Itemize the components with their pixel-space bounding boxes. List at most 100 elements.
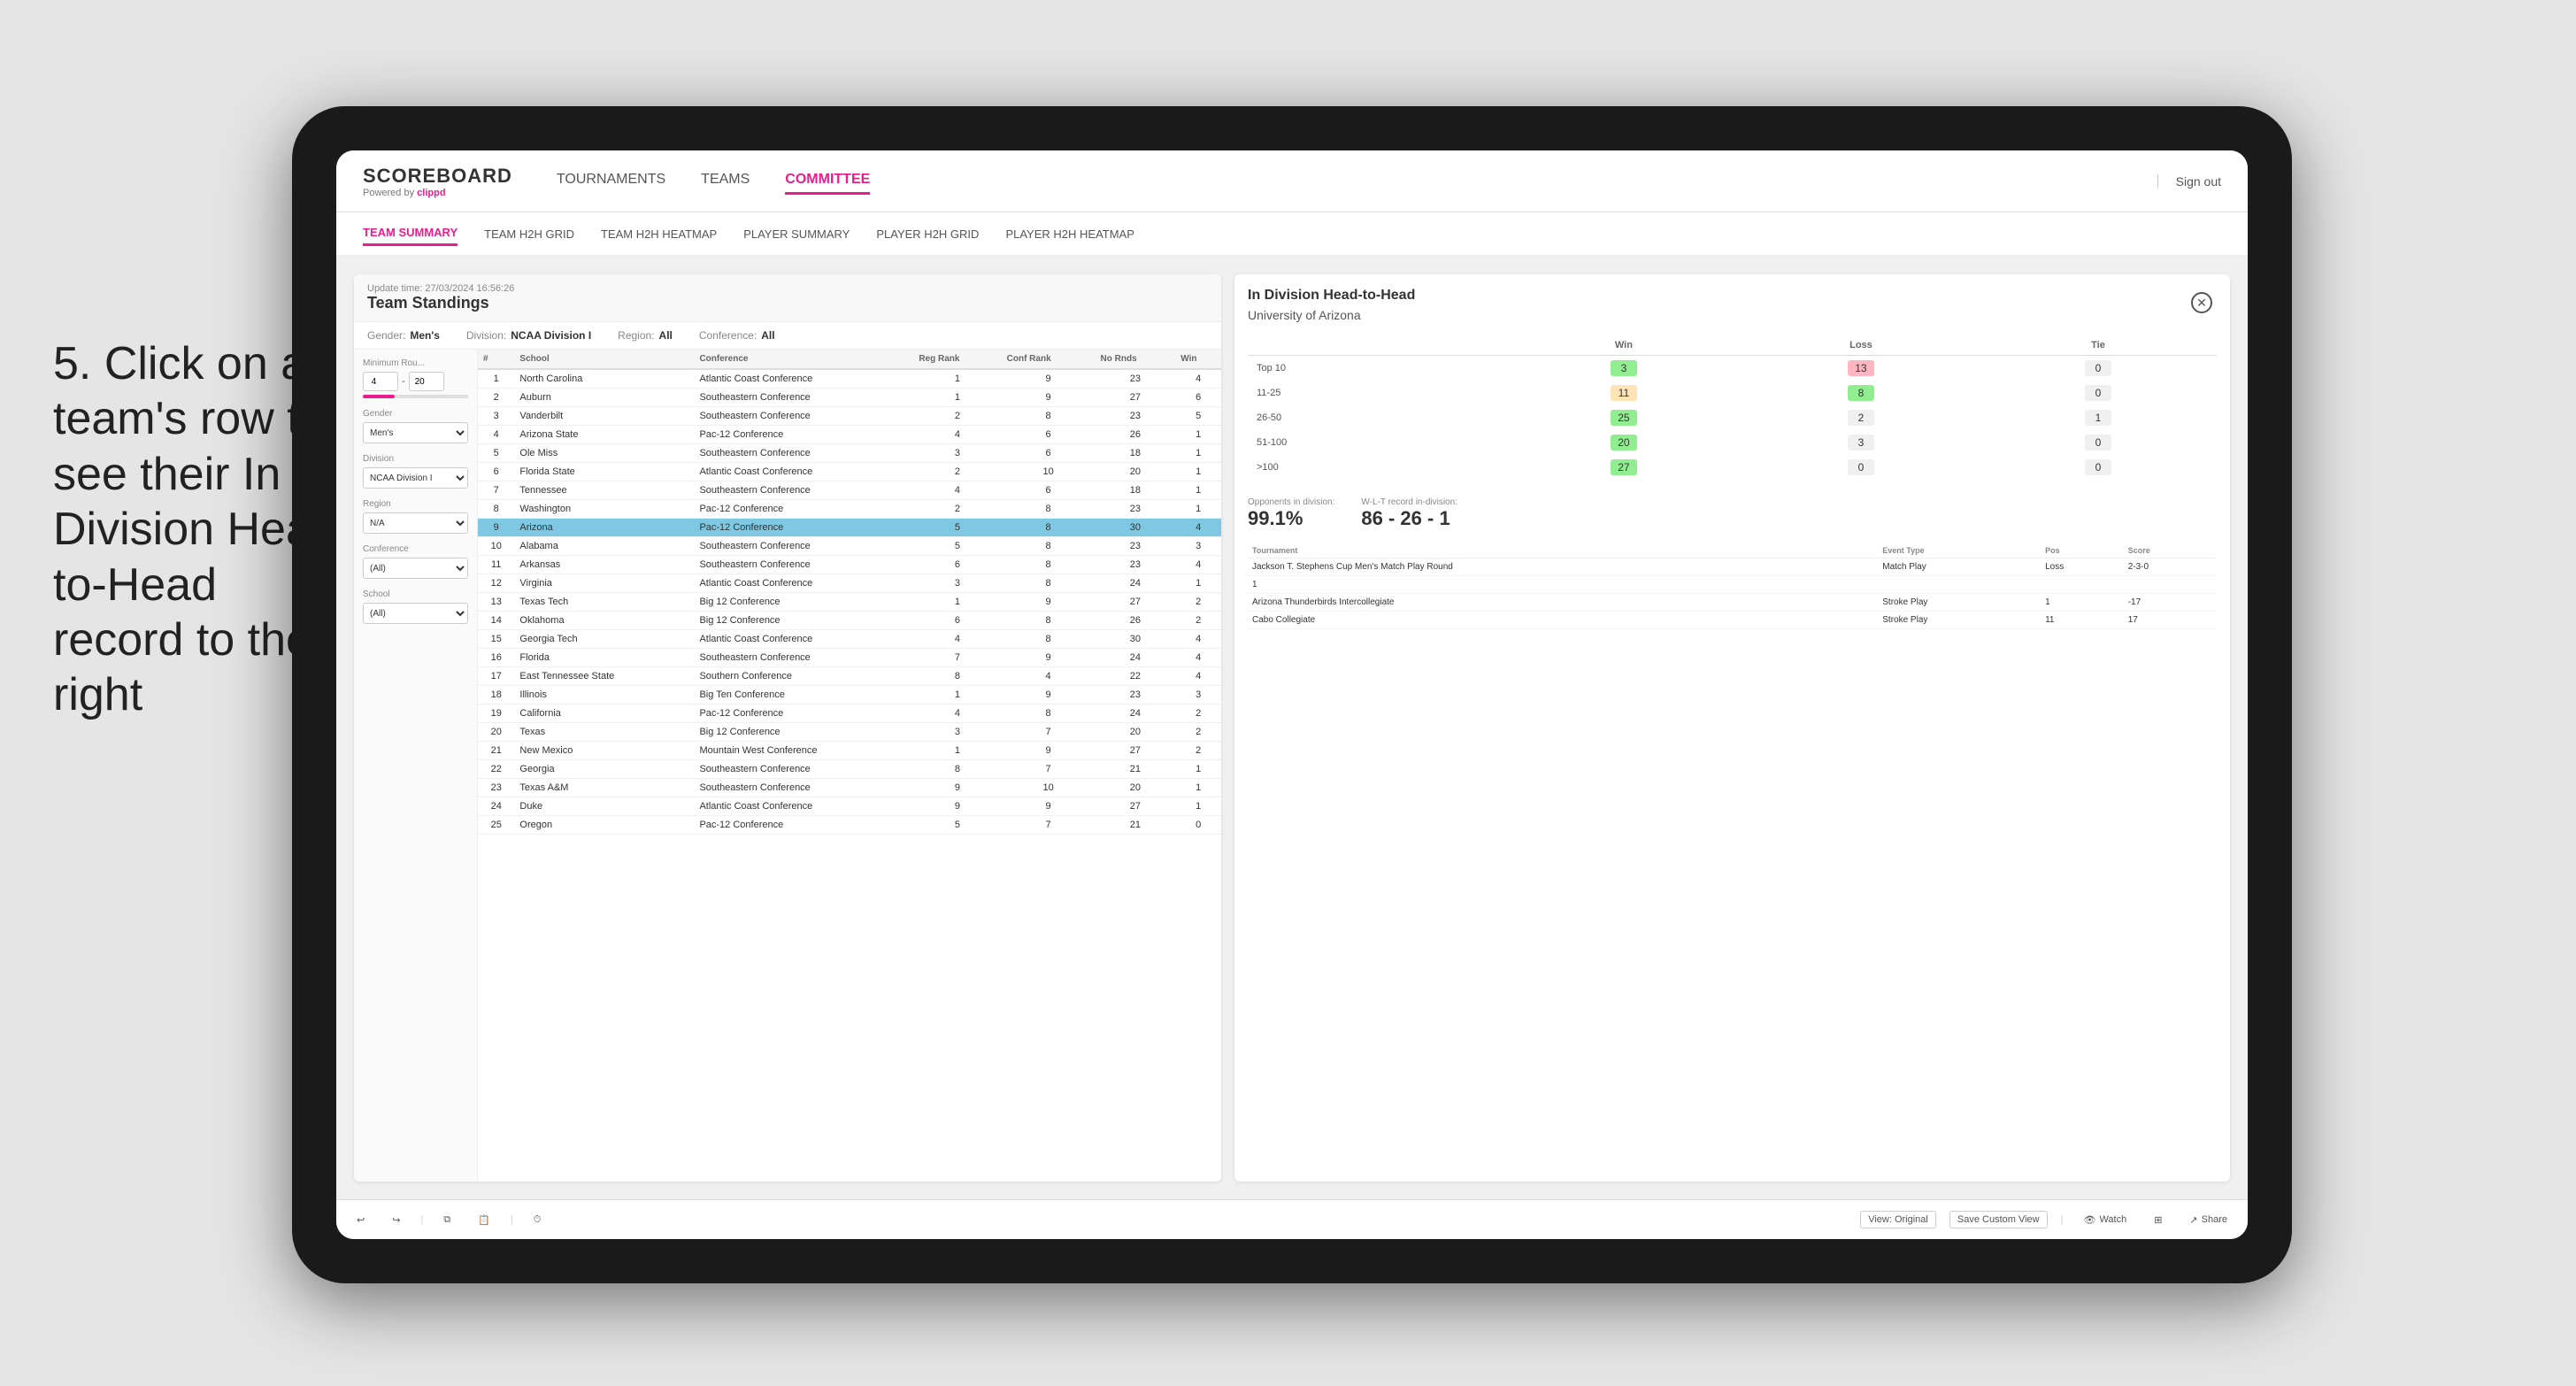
division-select[interactable]: NCAA Division I <box>363 467 468 489</box>
rounds-slider[interactable] <box>363 395 468 398</box>
table-row[interactable]: 14 Oklahoma Big 12 Conference 6 8 26 2 <box>478 612 1221 630</box>
cell-conf-rank: 8 <box>1002 500 1096 519</box>
cell-conf-rank: 8 <box>1002 612 1096 630</box>
watch-button[interactable]: 👁 Watch <box>2076 1211 2134 1229</box>
min-rounds-label: Minimum Rou... <box>363 358 468 368</box>
region-select[interactable]: N/A <box>363 512 468 534</box>
h2h-close-button[interactable]: ✕ <box>2191 292 2212 313</box>
nav-tournaments[interactable]: TOURNAMENTS <box>557 167 665 195</box>
cell-rank: 22 <box>478 760 514 779</box>
h2h-title: In Division Head-to-Head <box>1248 288 1415 304</box>
table-row[interactable]: 4 Arizona State Pac-12 Conference 4 6 26… <box>478 426 1221 444</box>
cell-win: 5 <box>1175 407 1221 426</box>
cell-rank: 25 <box>478 816 514 835</box>
cell-conf-rank: 8 <box>1002 705 1096 723</box>
table-row[interactable]: 10 Alabama Southeastern Conference 5 8 2… <box>478 537 1221 556</box>
standings-title: Update time: 27/03/2024 16:56:26 Team St… <box>367 283 514 312</box>
cell-no-rnds: 23 <box>1096 500 1176 519</box>
h2h-content: In Division Head-to-Head University of A… <box>1234 274 2230 1182</box>
table-row[interactable]: 18 Illinois Big Ten Conference 1 9 23 3 <box>478 686 1221 705</box>
sub-nav-team-h2h-grid[interactable]: TEAM H2H GRID <box>484 223 574 245</box>
sub-nav-team-h2h-heatmap[interactable]: TEAM H2H HEATMAP <box>601 223 717 245</box>
cell-conference: Big Ten Conference <box>694 686 913 705</box>
copy-button[interactable]: ⧉ <box>436 1211 458 1229</box>
undo-button[interactable]: ↩ <box>350 1211 372 1229</box>
cell-reg-rank: 3 <box>913 723 1001 742</box>
cell-conf-rank: 9 <box>1002 389 1096 407</box>
cell-school: Texas <box>514 723 694 742</box>
sidebar-conference-section: Conference (All) <box>363 544 468 579</box>
h2h-loss-cell: 0 <box>1742 455 1980 480</box>
min-rounds-input[interactable] <box>363 372 398 391</box>
table-row[interactable]: 1 North Carolina Atlantic Coast Conferen… <box>478 369 1221 389</box>
table-row[interactable]: 17 East Tennessee State Southern Confere… <box>478 667 1221 686</box>
table-row[interactable]: 19 California Pac-12 Conference 4 8 24 2 <box>478 705 1221 723</box>
cell-conf-rank: 8 <box>1002 519 1096 537</box>
sub-nav-team-summary[interactable]: TEAM SUMMARY <box>363 221 458 246</box>
cell-rank: 5 <box>478 444 514 463</box>
sub-nav-player-summary[interactable]: PLAYER SUMMARY <box>743 223 850 245</box>
clock-button[interactable]: ⏱ <box>527 1211 549 1229</box>
cell-win: 4 <box>1175 630 1221 649</box>
table-row[interactable]: 2 Auburn Southeastern Conference 1 9 27 … <box>478 389 1221 407</box>
table-row[interactable]: 5 Ole Miss Southeastern Conference 3 6 1… <box>478 444 1221 463</box>
table-row[interactable]: 15 Georgia Tech Atlantic Coast Conferenc… <box>478 630 1221 649</box>
save-custom-button[interactable]: Save Custom View <box>1949 1211 2048 1228</box>
table-row[interactable]: 16 Florida Southeastern Conference 7 9 2… <box>478 649 1221 667</box>
h2h-row: 26-50 25 2 1 <box>1248 405 2217 430</box>
cell-rank: 13 <box>478 593 514 612</box>
cell-rank: 6 <box>478 463 514 481</box>
sign-out-button[interactable]: Sign out <box>2157 174 2221 189</box>
cell-school: Georgia Tech <box>514 630 694 649</box>
cell-conf-rank: 8 <box>1002 630 1096 649</box>
tourn-pos: Loss <box>2041 558 2124 576</box>
tourn-type: Match Play <box>1878 558 2041 576</box>
redo-button[interactable]: ↪ <box>385 1211 407 1229</box>
gender-select[interactable]: Men's <box>363 422 468 443</box>
cell-conf-rank: 7 <box>1002 760 1096 779</box>
opponents-section: Opponents in division: 99.1% W-L-T recor… <box>1248 493 2217 530</box>
table-row[interactable]: 24 Duke Atlantic Coast Conference 9 9 27… <box>478 797 1221 816</box>
sub-nav-player-h2h-grid[interactable]: PLAYER H2H GRID <box>876 223 979 245</box>
nav-teams[interactable]: TEAMS <box>701 167 750 195</box>
table-row[interactable]: 11 Arkansas Southeastern Conference 6 8 … <box>478 556 1221 574</box>
h2h-loss-cell: 8 <box>1742 381 1980 405</box>
school-select[interactable]: (All) <box>363 603 468 624</box>
table-row[interactable]: 20 Texas Big 12 Conference 3 7 20 2 <box>478 723 1221 742</box>
cell-rank: 20 <box>478 723 514 742</box>
sub-nav-player-h2h-heatmap[interactable]: PLAYER H2H HEATMAP <box>1005 223 1134 245</box>
share-button[interactable]: ↗ Share <box>2182 1211 2234 1229</box>
cell-conference: Southeastern Conference <box>694 779 913 797</box>
grid-button[interactable]: ⊞ <box>2147 1211 2169 1229</box>
cell-no-rnds: 30 <box>1096 630 1176 649</box>
cell-no-rnds: 23 <box>1096 537 1176 556</box>
max-rounds-input[interactable] <box>409 372 444 391</box>
table-row[interactable]: 23 Texas A&M Southeastern Conference 9 1… <box>478 779 1221 797</box>
table-row[interactable]: 22 Georgia Southeastern Conference 8 7 2… <box>478 760 1221 779</box>
table-row[interactable]: 9 Arizona Pac-12 Conference 5 8 30 4 <box>478 519 1221 537</box>
table-row[interactable]: 13 Texas Tech Big 12 Conference 1 9 27 2 <box>478 593 1221 612</box>
cell-conf-rank: 6 <box>1002 481 1096 500</box>
paste-button[interactable]: 📋 <box>471 1211 497 1229</box>
cell-rank: 12 <box>478 574 514 593</box>
filters-row: Gender: Men's Division: NCAA Division I … <box>354 322 1221 350</box>
conference-select[interactable]: (All) <box>363 558 468 579</box>
nav-committee[interactable]: COMMITTEE <box>785 167 870 195</box>
table-row[interactable]: 25 Oregon Pac-12 Conference 5 7 21 0 <box>478 816 1221 835</box>
cell-school: Washington <box>514 500 694 519</box>
table-row[interactable]: 7 Tennessee Southeastern Conference 4 6 … <box>478 481 1221 500</box>
table-row[interactable]: 6 Florida State Atlantic Coast Conferenc… <box>478 463 1221 481</box>
cell-no-rnds: 27 <box>1096 389 1176 407</box>
table-row[interactable]: 8 Washington Pac-12 Conference 2 8 23 1 <box>478 500 1221 519</box>
tournament-table: Tournament Event Type Pos Score Jackson … <box>1248 543 2217 629</box>
view-original-button[interactable]: View: Original <box>1860 1211 1936 1228</box>
sidebar-school-section: School (All) <box>363 589 468 624</box>
cell-reg-rank: 7 <box>913 649 1001 667</box>
sidebar-filters: Minimum Rou... - <box>354 350 478 1182</box>
table-row[interactable]: 12 Virginia Atlantic Coast Conference 3 … <box>478 574 1221 593</box>
cell-reg-rank: 4 <box>913 481 1001 500</box>
table-row[interactable]: 3 Vanderbilt Southeastern Conference 2 8… <box>478 407 1221 426</box>
cell-conf-rank: 9 <box>1002 369 1096 389</box>
cell-conference: Southern Conference <box>694 667 913 686</box>
table-row[interactable]: 21 New Mexico Mountain West Conference 1… <box>478 742 1221 760</box>
